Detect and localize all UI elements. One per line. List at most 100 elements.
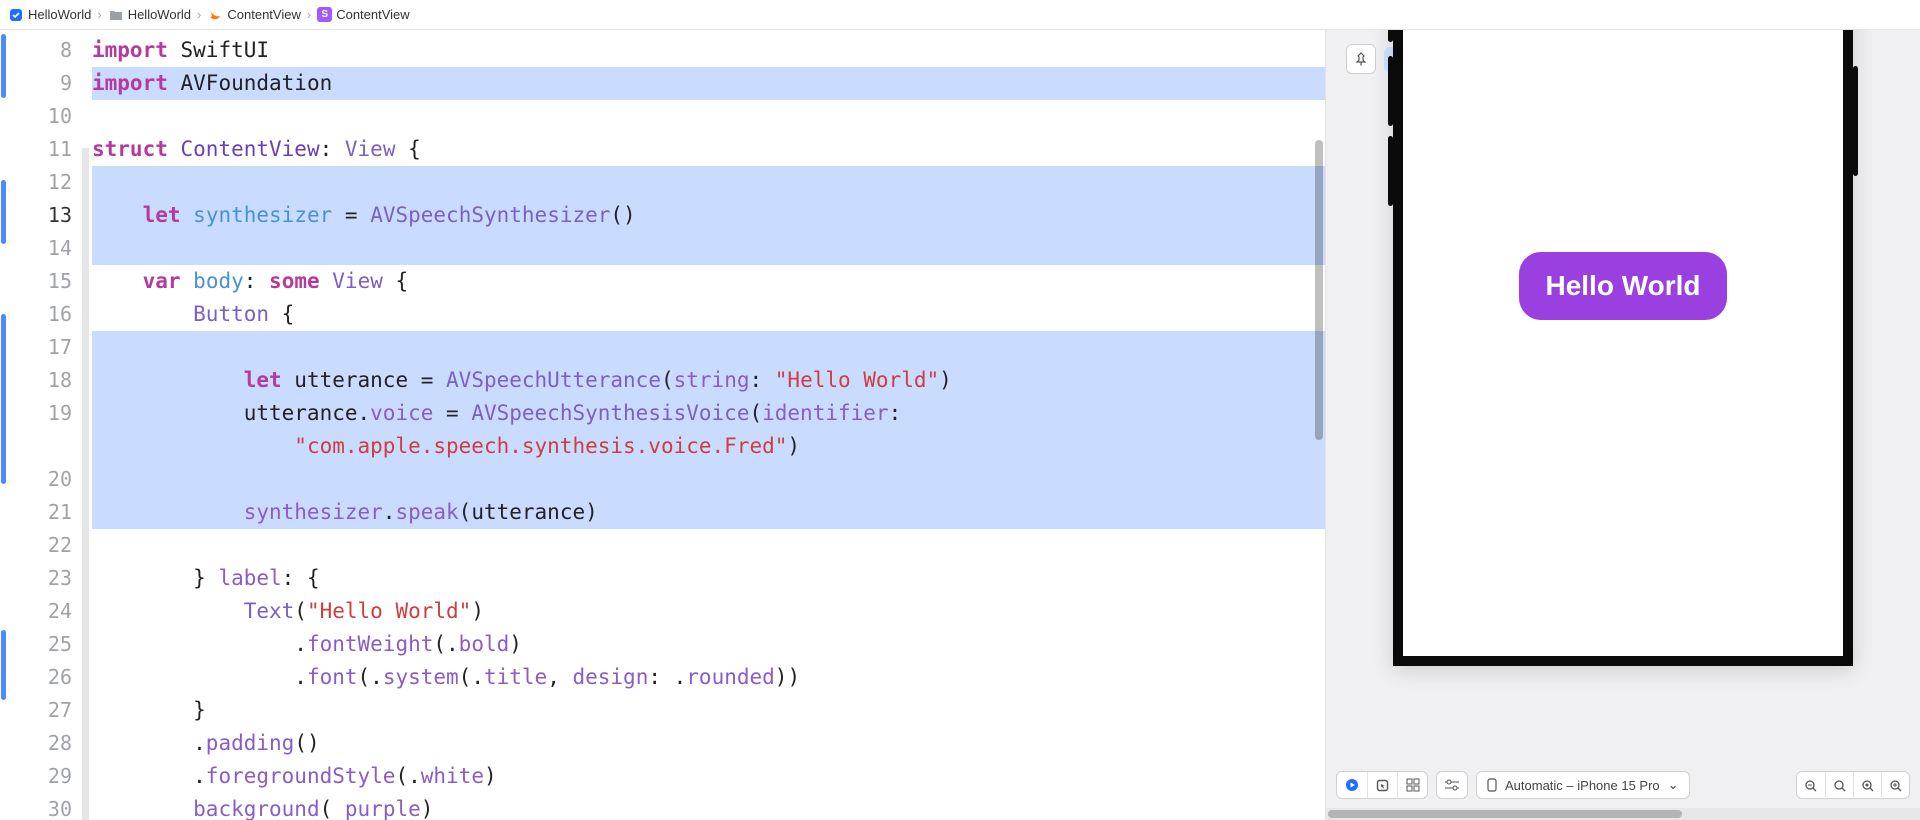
fold-strip bbox=[82, 30, 92, 820]
code-editor[interactable]: 8910111213141516171819202122232425262728… bbox=[0, 30, 1325, 820]
crumb-symbol-label: ContentView bbox=[336, 7, 409, 22]
preview-hello-button[interactable]: Hello World bbox=[1519, 252, 1726, 320]
zoom-in-button[interactable] bbox=[1881, 772, 1909, 800]
code-line[interactable]: import SwiftUI bbox=[92, 34, 1325, 67]
line-number: 29 bbox=[8, 760, 72, 793]
zoom-out-icon bbox=[1804, 779, 1818, 793]
code-line[interactable] bbox=[92, 166, 1325, 199]
change-bar bbox=[1, 180, 6, 244]
line-number: 21 bbox=[8, 496, 72, 529]
folder-icon bbox=[108, 7, 124, 23]
struct-icon: S bbox=[317, 7, 332, 22]
chevron-down-icon: ⌄ bbox=[1668, 777, 1679, 793]
phone-icon bbox=[1487, 778, 1497, 792]
crumb-folder-label: HelloWorld bbox=[128, 7, 191, 22]
line-number: 22 bbox=[8, 529, 72, 562]
variants-button[interactable] bbox=[1397, 771, 1427, 799]
line-number: 11 bbox=[8, 133, 72, 166]
code-line[interactable]: let synthesizer = AVSpeechSynthesizer() bbox=[92, 199, 1325, 232]
crumb-project-label: HelloWorld bbox=[28, 7, 91, 22]
breadcrumb: HelloWorld › HelloWorld › ContentView › … bbox=[0, 0, 1920, 30]
grid-icon bbox=[1406, 778, 1420, 792]
selectable-preview-button[interactable] bbox=[1367, 771, 1397, 799]
code-line[interactable] bbox=[92, 100, 1325, 133]
fold-ribbon[interactable] bbox=[82, 280, 89, 780]
crumb-folder[interactable]: HelloWorld bbox=[108, 7, 191, 23]
line-number: 13 bbox=[8, 199, 72, 232]
line-number: 27 bbox=[8, 694, 72, 727]
pin-icon bbox=[1354, 52, 1368, 66]
code-line[interactable]: .fontWeight(.bold) bbox=[92, 628, 1325, 661]
line-number: 14 bbox=[8, 232, 72, 265]
change-bar bbox=[1, 630, 6, 700]
canvas-toolbar: Automatic – iPhone 15 Pro ⌄ bbox=[1326, 762, 1920, 808]
line-number: 26 bbox=[8, 661, 72, 694]
line-number: 19 bbox=[8, 397, 72, 430]
code-line[interactable]: synthesizer.speak(utterance) bbox=[92, 496, 1325, 529]
code-line[interactable]: Button { bbox=[92, 298, 1325, 331]
preview-canvas-pane: ContentView Hello World bbox=[1325, 30, 1920, 820]
code-line[interactable]: .foregroundStyle(.white) bbox=[92, 760, 1325, 793]
zoom-out-button[interactable] bbox=[1797, 772, 1825, 800]
zoom-in-icon bbox=[1889, 779, 1903, 793]
pin-preview-button[interactable] bbox=[1346, 44, 1376, 74]
canvas-area[interactable]: ContentView Hello World bbox=[1326, 30, 1920, 762]
line-number: 25 bbox=[8, 628, 72, 661]
line-number: 28 bbox=[8, 727, 72, 760]
zoom-controls bbox=[1796, 771, 1910, 799]
device-picker[interactable]: Automatic – iPhone 15 Pro ⌄ bbox=[1476, 771, 1690, 799]
horizontal-scrollbar[interactable] bbox=[1326, 808, 1920, 820]
line-number: 18 bbox=[8, 364, 72, 397]
device-frame: Hello World bbox=[1393, 30, 1853, 666]
device-button-icon bbox=[1388, 30, 1393, 42]
code-line[interactable]: } bbox=[92, 694, 1325, 727]
code-line[interactable]: background( purple) bbox=[92, 793, 1325, 820]
chevron-icon: › bbox=[197, 7, 201, 22]
code-line[interactable]: } label: { bbox=[92, 562, 1325, 595]
line-number: 15 bbox=[8, 265, 72, 298]
code-line[interactable] bbox=[92, 529, 1325, 562]
zoom-fit-button[interactable] bbox=[1825, 772, 1853, 800]
change-strip bbox=[0, 30, 8, 820]
code-line[interactable]: utterance.voice = AVSpeechSynthesisVoice… bbox=[92, 397, 1325, 430]
code-line[interactable]: "com.apple.speech.synthesis.voice.Fred") bbox=[92, 430, 1325, 463]
line-number bbox=[8, 430, 72, 463]
code-line[interactable]: struct ContentView: View { bbox=[92, 133, 1325, 166]
code-line[interactable]: let utterance = AVSpeechUtterance(string… bbox=[92, 364, 1325, 397]
line-number: 20 bbox=[8, 463, 72, 496]
change-bar bbox=[1, 34, 6, 98]
live-preview-button[interactable] bbox=[1337, 771, 1367, 799]
zoom-100-button[interactable] bbox=[1853, 772, 1881, 800]
line-number: 9 bbox=[8, 67, 72, 100]
crumb-project[interactable]: HelloWorld bbox=[8, 7, 91, 23]
line-number: 23 bbox=[8, 562, 72, 595]
line-number: 12 bbox=[8, 166, 72, 199]
crumb-file[interactable]: ContentView bbox=[207, 7, 300, 23]
code-line[interactable] bbox=[92, 463, 1325, 496]
zoom-actual-icon bbox=[1861, 779, 1875, 793]
device-button-icon bbox=[1388, 56, 1393, 126]
line-number-gutter: 8910111213141516171819202122232425262728… bbox=[8, 30, 82, 820]
code-line[interactable]: Text("Hello World") bbox=[92, 595, 1325, 628]
line-number: 8 bbox=[8, 34, 72, 67]
play-icon bbox=[1345, 778, 1359, 792]
code-line[interactable]: .padding() bbox=[92, 727, 1325, 760]
project-icon bbox=[8, 7, 24, 23]
code-line[interactable] bbox=[92, 331, 1325, 364]
code-line[interactable]: var body: some View { bbox=[92, 265, 1325, 298]
settings-icon bbox=[1444, 778, 1460, 792]
code-line[interactable]: .font(.system(.title, design: .rounded)) bbox=[92, 661, 1325, 694]
crumb-symbol[interactable]: S ContentView bbox=[317, 7, 409, 22]
device-settings-button[interactable] bbox=[1437, 771, 1467, 799]
code-line[interactable] bbox=[92, 232, 1325, 265]
line-number: 17 bbox=[8, 331, 72, 364]
crumb-file-label: ContentView bbox=[227, 7, 300, 22]
device-picker-label: Automatic – iPhone 15 Pro bbox=[1505, 778, 1660, 793]
code-content[interactable]: import SwiftUIimport AVFoundation struct … bbox=[92, 30, 1325, 820]
change-bar bbox=[1, 314, 6, 484]
code-line[interactable]: import AVFoundation bbox=[92, 67, 1325, 100]
chevron-icon: › bbox=[307, 7, 311, 22]
vertical-scrollbar[interactable] bbox=[1315, 140, 1323, 440]
cursor-icon bbox=[1376, 779, 1389, 792]
line-number: 30 bbox=[8, 793, 72, 820]
